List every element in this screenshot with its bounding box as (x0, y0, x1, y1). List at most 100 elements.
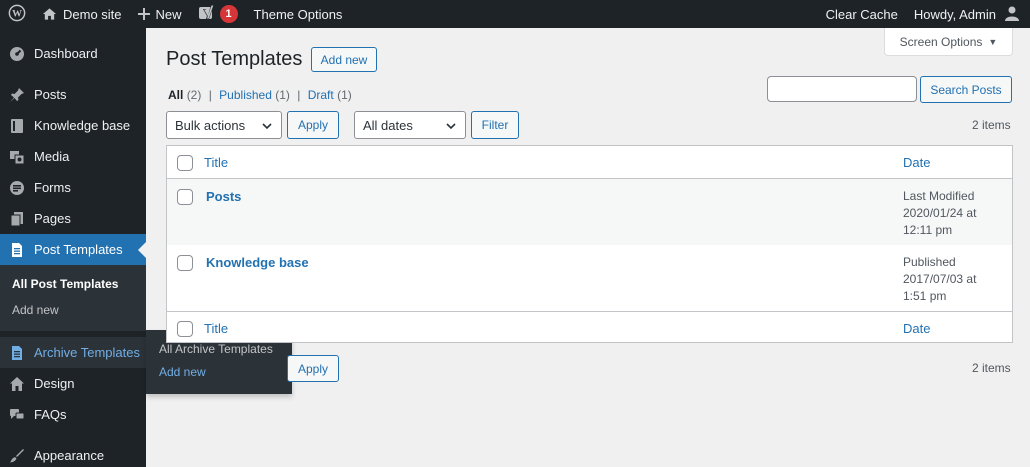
column-title-footer[interactable]: Title (204, 321, 228, 336)
menu-posts[interactable]: Posts (0, 79, 146, 110)
menu-knowledge-base[interactable]: Knowledge base (0, 110, 146, 141)
search-posts-button[interactable]: Search Posts (920, 76, 1012, 103)
site-name-item[interactable]: Demo site (34, 0, 130, 28)
menu-pages-label: Pages (34, 211, 71, 226)
row-date-value: 2017/07/03 at (903, 272, 977, 286)
pin-icon (8, 86, 26, 104)
menu-forms[interactable]: Forms (0, 172, 146, 203)
row-title-link[interactable]: Knowledge base (206, 255, 309, 270)
flyout-add-new[interactable]: Add new (146, 361, 292, 384)
screen-options-label: Screen Options (899, 34, 983, 49)
table-row: Posts Last Modified 2020/01/24 at 12:11 … (167, 179, 1012, 245)
plus-icon (137, 8, 150, 20)
filter-separator: | (297, 88, 301, 102)
clear-cache-label: Clear Cache (825, 6, 898, 22)
page-title: Post Templates (166, 48, 303, 70)
wordpress-logo-icon: W (8, 4, 26, 25)
add-new-button[interactable]: Add new (311, 47, 377, 72)
menu-dashboard-label: Dashboard (34, 46, 98, 61)
posts-table: Title Date Posts Last Modified 2020/01/2… (166, 145, 1013, 343)
row-date-value: 2020/01/24 at (903, 206, 977, 220)
yoast-item[interactable]: 1 (190, 0, 246, 28)
dashboard-icon (8, 45, 26, 63)
column-date-footer[interactable]: Date (903, 321, 930, 336)
post-templates-submenu: All Post Templates Add new (0, 265, 146, 331)
menu-forms-label: Forms (34, 180, 71, 195)
items-count-bottom: 2 items (972, 361, 1011, 375)
menu-faqs-label: FAQs (34, 407, 67, 422)
select-all-checkbox-footer[interactable] (177, 321, 193, 337)
column-date[interactable]: Date (903, 155, 930, 170)
menu-appearance[interactable]: Appearance (0, 440, 146, 467)
new-content-item[interactable]: New (130, 0, 190, 28)
document-icon (8, 241, 26, 259)
bulk-actions-value: Bulk actions (175, 117, 246, 133)
row-status: Published (903, 255, 956, 269)
row-status: Last Modified (903, 189, 975, 203)
admin-sidebar: Dashboard Posts Knowledge base Media For… (0, 28, 146, 467)
clear-cache-item[interactable]: Clear Cache (818, 0, 906, 28)
document-icon (8, 344, 26, 362)
menu-archive-templates[interactable]: Archive Templates (0, 337, 146, 368)
site-name: Demo site (63, 6, 122, 22)
theme-options-item[interactable]: Theme Options (246, 0, 351, 28)
notification-badge: 1 (219, 5, 238, 23)
items-count-top: 2 items (972, 118, 1011, 132)
status-filters: All (2) | Published (1) | Draft (1) (168, 88, 352, 102)
svg-text:W: W (12, 8, 22, 19)
bulk-actions-select[interactable]: Bulk actions (166, 111, 282, 139)
howdy-label: Howdy, Admin (913, 6, 996, 22)
menu-knowledge-base-label: Knowledge base (34, 118, 131, 133)
row-time-value: 12:11 pm (903, 223, 953, 237)
menu-posts-label: Posts (34, 87, 67, 102)
apply-button[interactable]: Apply (287, 111, 339, 139)
filter-published[interactable]: Published (219, 88, 272, 102)
table-row: Knowledge base Published 2017/07/03 at 1… (167, 245, 1012, 311)
home-icon (8, 375, 26, 393)
menu-dashboard[interactable]: Dashboard (0, 38, 146, 69)
my-account-item[interactable]: Howdy, Admin (906, 0, 1030, 28)
filter-draft[interactable]: Draft (308, 88, 334, 102)
dates-value: All dates (363, 117, 413, 133)
select-all-checkbox[interactable] (177, 155, 193, 171)
row-time-value: 1:51 pm (903, 289, 947, 303)
filter-separator: | (208, 88, 212, 102)
menu-media[interactable]: Media (0, 141, 146, 172)
submenu-all-post-templates[interactable]: All Post Templates (0, 271, 146, 297)
filter-draft-count: (1) (337, 88, 352, 102)
filter-all[interactable]: All (168, 88, 183, 102)
dates-select[interactable]: All dates (354, 111, 466, 139)
column-title[interactable]: Title (204, 155, 228, 170)
menu-media-label: Media (34, 149, 70, 164)
menu-appearance-label: Appearance (34, 448, 105, 463)
row-date: Last Modified 2020/01/24 at 12:11 pm (903, 188, 1003, 239)
search-input[interactable] (767, 76, 917, 102)
menu-faqs[interactable]: FAQs (0, 399, 146, 430)
chevron-down-icon (261, 120, 273, 135)
submenu-add-new[interactable]: Add new (0, 297, 146, 323)
row-checkbox[interactable] (177, 189, 193, 205)
caret-down-icon: ▼ (988, 36, 998, 47)
bottom-apply-button[interactable]: Apply (287, 355, 339, 382)
brush-icon (8, 447, 26, 465)
row-checkbox[interactable] (177, 255, 193, 271)
menu-design[interactable]: Design (0, 368, 146, 399)
menu-post-templates-label: Post Templates (34, 242, 123, 257)
filter-button[interactable]: Filter (471, 111, 519, 139)
yoast-icon (198, 4, 216, 24)
pages-icon (8, 210, 26, 228)
home-icon (42, 7, 57, 21)
menu-archive-templates-label: Archive Templates (34, 345, 140, 360)
menu-pages[interactable]: Pages (0, 203, 146, 234)
screen-options-button[interactable]: Screen Options ▼ (884, 28, 1013, 56)
theme-options-label: Theme Options (253, 6, 343, 22)
new-label: New (155, 6, 182, 22)
wordpress-logo-item[interactable]: W (0, 0, 34, 28)
forms-icon (8, 179, 26, 197)
chevron-down-icon (445, 120, 457, 135)
table-footer: Title Date (167, 311, 1012, 344)
menu-post-templates[interactable]: Post Templates (0, 234, 146, 265)
book-icon (8, 117, 26, 135)
filter-all-count: (2) (186, 88, 202, 102)
row-title-link[interactable]: Posts (206, 189, 241, 204)
